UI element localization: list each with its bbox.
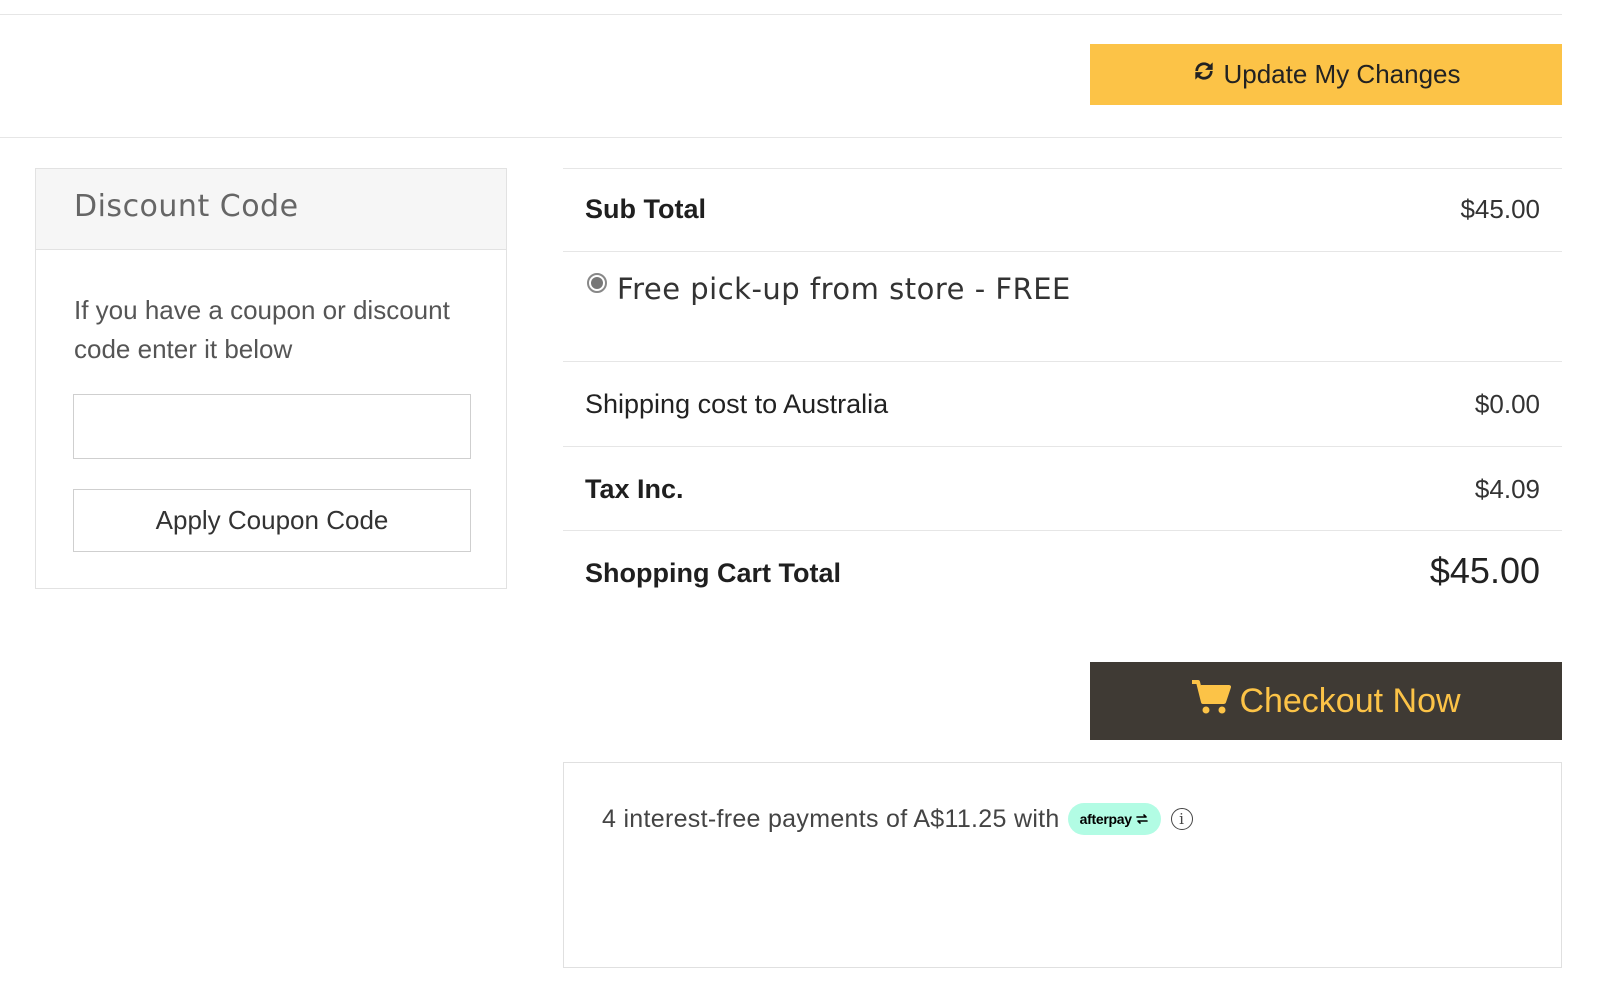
tax-label: Tax Inc. (585, 474, 684, 504)
shipping-cost-label: Shipping cost to Australia (585, 389, 889, 419)
discount-description: If you have a coupon or discount code en… (74, 295, 450, 364)
cart-icon (1191, 679, 1232, 724)
info-icon[interactable]: i (1170, 808, 1193, 830)
section-divider (0, 137, 1562, 138)
coupon-code-input[interactable] (73, 394, 471, 459)
discount-panel-header: Discount Code (36, 169, 506, 250)
checkout-button[interactable]: Checkout Now (1090, 662, 1562, 740)
tax-value: $4.09 (1474, 474, 1540, 504)
summary-divider (563, 251, 1562, 252)
summary-divider (563, 361, 1562, 362)
update-changes-button[interactable]: Update My Changes (1090, 44, 1562, 105)
afterpay-logo[interactable]: afterpay (1067, 803, 1161, 835)
refresh-icon (1191, 58, 1217, 91)
summary-divider (563, 446, 1562, 447)
subtotal-label: Sub Total (585, 194, 706, 224)
afterpay-message: 4 interest-free payments of A$11.25 with… (602, 803, 1193, 835)
discount-panel: Discount Code If you have a coupon or di… (35, 168, 507, 589)
summary-top-divider (563, 168, 1562, 169)
shipping-option-label: Free pick-up from store - FREE (617, 272, 1071, 306)
afterpay-badge-label: afterpay (1079, 811, 1132, 827)
discount-title: Discount Code (74, 189, 299, 224)
apply-coupon-button[interactable]: Apply Coupon Code (73, 489, 471, 552)
update-changes-label: Update My Changes (1223, 59, 1461, 89)
cart-total-value: $45.00 (1429, 550, 1540, 591)
subtotal-value: $45.00 (1460, 194, 1540, 224)
top-divider (0, 14, 1562, 15)
checkout-label: Checkout Now (1239, 681, 1461, 720)
afterpay-arrows-icon (1135, 814, 1148, 824)
shipping-option[interactable]: Free pick-up from store - FREE (587, 272, 1071, 306)
afterpay-box: 4 interest-free payments of A$11.25 with… (563, 762, 1562, 968)
shipping-radio[interactable] (587, 273, 607, 293)
summary-divider (563, 530, 1562, 531)
cart-total-label: Shopping Cart Total (585, 558, 841, 588)
shipping-cost-value: $0.00 (1474, 389, 1540, 419)
afterpay-text: 4 interest-free payments of A$11.25 with (602, 804, 1060, 833)
